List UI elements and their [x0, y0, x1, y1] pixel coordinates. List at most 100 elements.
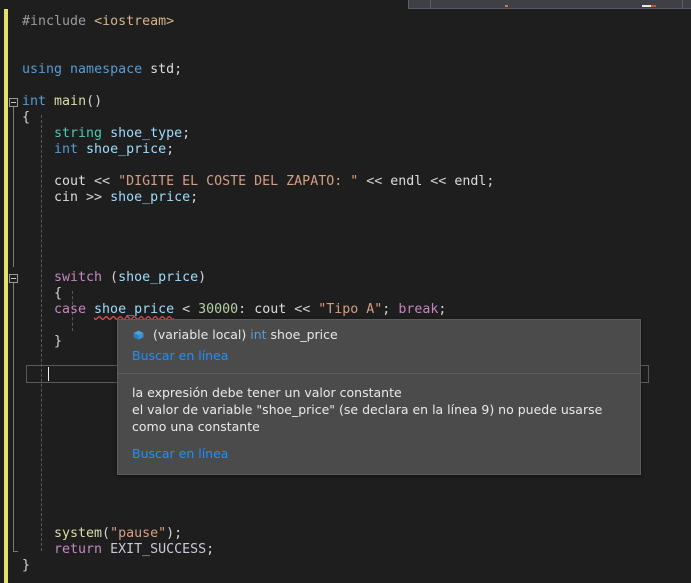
code-token: namespace: [70, 62, 143, 77]
code-line[interactable]: switch (shoe_price): [54, 270, 206, 286]
code-token: switch: [54, 270, 103, 285]
code-token: cin: [54, 190, 79, 205]
code-token: {: [22, 110, 31, 125]
code-token: ;: [166, 142, 175, 157]
code-token: );: [166, 526, 183, 541]
toolbar-separator: [682, 0, 683, 8]
quick-info-tooltip[interactable]: (variable local) int shoe_price Buscar e…: [117, 319, 641, 475]
code-editor[interactable]: #include <iostream> using namespace std; i…: [0, 9, 691, 583]
code-line[interactable]: int main(): [22, 94, 102, 110]
toolbar-separator: [430, 0, 431, 8]
quick-info-name: shoe_price: [270, 327, 338, 342]
code-token: return: [54, 542, 103, 557]
code-token: string: [54, 126, 103, 141]
code-line[interactable]: string shoe_type;: [54, 126, 190, 142]
code-token: ;: [486, 174, 495, 189]
code-line[interactable]: {: [54, 286, 62, 302]
code-token: int: [54, 142, 79, 157]
code-line[interactable]: {: [22, 110, 30, 126]
outline-bracket-end: [13, 551, 18, 552]
code-token: ;: [190, 190, 199, 205]
code-token: <<: [358, 174, 391, 189]
code-token: EXIT_SUCCESS: [110, 542, 207, 557]
code-token: shoe_price: [118, 270, 199, 285]
code-token: (): [86, 94, 103, 109]
quick-info-type: int: [250, 327, 267, 342]
code-token: (: [102, 526, 111, 541]
code-token: main: [54, 94, 87, 109]
quick-info-signature-section: (variable local) int shoe_price Buscar e…: [118, 320, 640, 373]
outline-bracket-switch: [13, 283, 14, 551]
toolbar-icon-fragment[interactable]: [651, 5, 656, 7]
toolbar-fragment[interactable]: [408, 0, 691, 9]
code-token: break: [398, 302, 439, 317]
code-token: ;: [382, 302, 399, 317]
toolbar-icon-fragment[interactable]: [642, 5, 651, 7]
error-message-line-2: el valor de variable "shoe_price" (se de…: [132, 402, 603, 434]
code-line[interactable]: }: [54, 334, 62, 350]
code-token: ;: [174, 62, 183, 77]
code-token: :: [238, 302, 255, 317]
code-token: shoe_price: [110, 190, 191, 205]
code-token: }: [22, 558, 31, 573]
code-token: ;: [182, 126, 191, 141]
code-token: <<: [86, 174, 119, 189]
code-token: <: [174, 302, 199, 317]
code-text[interactable]: #include <iostream> using namespace std; i…: [22, 9, 691, 583]
code-token: {: [54, 286, 63, 301]
code-token: int: [22, 94, 47, 109]
text-caret: [48, 367, 49, 381]
code-line[interactable]: return EXIT_SUCCESS;: [54, 542, 214, 558]
search-online-link-bottom[interactable]: Buscar en línea: [132, 445, 228, 463]
code-token: shoe_type: [110, 126, 183, 141]
toolbar-icon-fragment[interactable]: [505, 5, 508, 7]
code-line[interactable]: }: [22, 558, 30, 574]
outline-bracket-main: [13, 107, 14, 267]
quick-info-signature: (variable local) int shoe_price: [153, 327, 338, 343]
code-token: ;: [438, 302, 447, 317]
code-token: }: [54, 334, 63, 349]
code-token: shoe_price: [94, 302, 175, 317]
code-token: cout: [254, 302, 287, 317]
quick-info-error-section: la expresión debe tener un valor constan…: [118, 374, 640, 474]
code-token: "DIGITE EL COSTE DEL ZAPATO: ": [118, 174, 359, 189]
code-token: endl: [454, 174, 487, 189]
code-token: system: [54, 526, 103, 541]
code-token: "pause": [110, 526, 167, 541]
code-line[interactable]: using namespace std;: [22, 62, 182, 78]
collapse-toggle-switch[interactable]: [9, 274, 18, 283]
code-line[interactable]: cout << "DIGITE EL COSTE DEL ZAPATO: " <…: [54, 174, 494, 190]
code-token: endl: [390, 174, 423, 189]
code-token: ;: [206, 542, 215, 557]
code-token: <iostream>: [94, 14, 175, 29]
code-line[interactable]: int shoe_price;: [54, 142, 174, 158]
code-token: <<: [422, 174, 455, 189]
code-token: "Tipo A": [318, 302, 383, 317]
code-line[interactable]: #include <iostream>: [22, 14, 174, 30]
code-token: std: [150, 62, 175, 77]
code-token: >>: [78, 190, 111, 205]
code-token: ): [198, 270, 207, 285]
search-online-link-top[interactable]: Buscar en línea: [132, 347, 228, 365]
quick-info-kind: (variable local): [153, 327, 247, 342]
code-token: (: [102, 270, 119, 285]
code-line[interactable]: case shoe_price < 30000: cout << "Tipo A…: [54, 302, 446, 318]
code-token: shoe_price: [86, 142, 167, 157]
code-token: case: [54, 302, 87, 317]
code-token: 30000: [198, 302, 239, 317]
code-line[interactable]: cin >> shoe_price;: [54, 190, 198, 206]
code-token: cout: [54, 174, 87, 189]
code-token: using: [22, 62, 63, 77]
code-line[interactable]: system("pause");: [54, 526, 182, 542]
local-variable-icon: [132, 329, 145, 342]
outlining-gutter[interactable]: [0, 9, 22, 583]
code-token: <<: [286, 302, 319, 317]
collapse-toggle-main[interactable]: [9, 98, 18, 107]
